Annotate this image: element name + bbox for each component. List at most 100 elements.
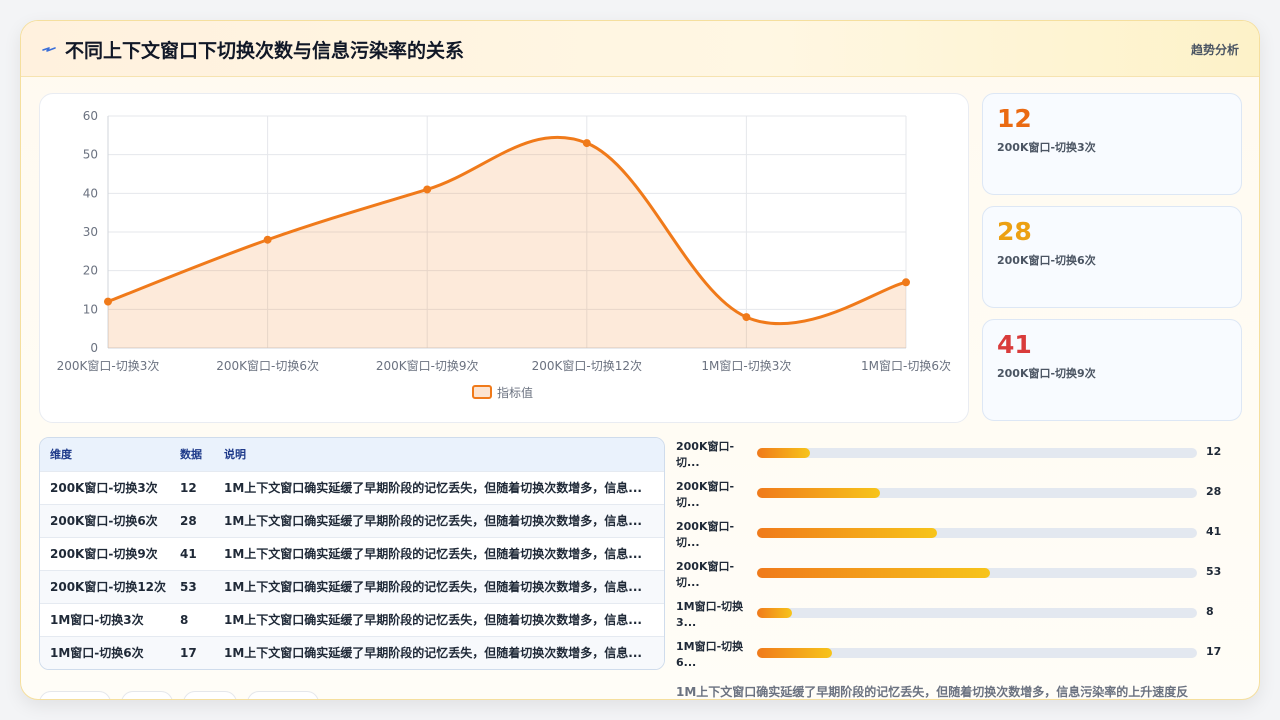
bar-fill (757, 608, 793, 618)
bar-label: 200K窗口- 切... (676, 520, 735, 549)
y-tick-label: 10 (83, 302, 98, 316)
bar-value: 41 (1206, 525, 1222, 538)
bar-value: 12 (1206, 445, 1222, 458)
progress-bar-list: 200K窗口- 切... 12 200K窗口- 切... 28 200K窗口- 切..… (676, 437, 1236, 677)
stat-card: 41 200K窗口-切换9次 (982, 319, 1242, 421)
bar-label: 1M窗口-切换 6... (676, 640, 744, 669)
bar-track (757, 488, 1197, 498)
stat-value: 41 (997, 330, 1032, 359)
cell-data: 28 (180, 513, 197, 528)
bar-value: 8 (1206, 605, 1214, 618)
x-tick-label: 200K窗口-切换12次 (532, 359, 642, 373)
summary-text: 1M上下文窗口确实延缓了早期阶段的记忆丢失，但随着切换次数增多，信息污染率的上升… (676, 685, 1189, 699)
bar-fill (757, 568, 991, 578)
legend-label: 指标值 (497, 385, 533, 400)
stat-card: 12 200K窗口-切换3次 (982, 93, 1242, 195)
y-tick-label: 0 (90, 341, 98, 355)
bar-row: 200K窗口- 切... 12 (676, 437, 1236, 477)
cell-description: 1M上下文窗口确实延缓了早期阶段的记忆丢失，但随着切换次数增多，信息... (224, 613, 642, 627)
y-tick-label: 30 (83, 225, 98, 239)
cell-data: 17 (180, 645, 197, 660)
cell-data: 53 (180, 579, 197, 594)
data-point (104, 297, 112, 306)
y-tick-label: 20 (83, 264, 98, 278)
area-chart: 0 10 20 30 40 50 60 200K窗口-切换3次 200K窗口-切换6次 200K窗… (57, 109, 951, 400)
table-row: 1M窗口-切换3次 8 1M上下文窗口确实延缓了早期阶段的记忆丢失，但随着切换次… (40, 603, 664, 636)
cell-description: 1M上下文窗口确实延缓了早期阶段的记忆丢失，但随着切换次数增多，信息... (224, 580, 642, 594)
data-point (582, 139, 591, 148)
bar-row: 200K窗口- 切... 41 (676, 517, 1236, 557)
bar-track (757, 648, 1197, 658)
tag-pill[interactable] (247, 691, 319, 699)
bar-label: 200K窗口- 切... (676, 440, 735, 469)
cell-description: 1M上下文窗口确实延缓了早期阶段的记忆丢失，但随着切换次数增多，信息... (224, 481, 642, 495)
x-tick-label: 200K窗口-切换9次 (376, 359, 479, 373)
cell-data: 41 (180, 546, 197, 561)
trend-analysis-button[interactable]: 趋势分析 (1191, 41, 1239, 58)
data-table-panel: 维度 数据 说明 200K窗口-切换3次 12 1M上下文窗口确实延缓了早期阶段… (39, 437, 665, 670)
x-tick-label: 1M窗口-切换3次 (701, 359, 791, 373)
bar-fill (757, 448, 810, 458)
y-tick-label: 60 (83, 109, 98, 123)
bar-fill (757, 528, 938, 538)
cell-dimension: 200K窗口-切换12次 (50, 580, 167, 594)
card-header: 不同上下文窗口下切换次数与信息污染率的关系 趋势分析 (21, 21, 1259, 77)
bar-value: 28 (1206, 485, 1222, 498)
data-point (742, 313, 751, 322)
stat-card: 28 200K窗口-切换6次 (982, 206, 1242, 308)
bar-label: 200K窗口- 切... (676, 560, 735, 589)
lightning-icon (42, 47, 56, 52)
bar-fill (757, 648, 832, 658)
table-row: 200K窗口-切换9次 41 1M上下文窗口确实延缓了早期阶段的记忆丢失，但随着… (40, 537, 664, 570)
bar-fill (757, 488, 881, 498)
bar-row: 200K窗口- 切... 53 (676, 557, 1236, 597)
stat-value: 12 (997, 104, 1032, 133)
column-header-data: 数据 (180, 448, 202, 462)
bar-track (757, 448, 1197, 458)
cell-data: 8 (180, 612, 189, 627)
data-table: 维度 数据 说明 200K窗口-切换3次 12 1M上下文窗口确实延缓了早期阶段… (40, 438, 664, 669)
table-row: 200K窗口-切换3次 12 1M上下文窗口确实延缓了早期阶段的记忆丢失，但随着… (40, 471, 664, 504)
bar-track (757, 608, 1197, 618)
dashboard-card: 不同上下文窗口下切换次数与信息污染率的关系 趋势分析 0 10 20 30 40 50 60… (20, 20, 1260, 700)
stat-label: 200K窗口-切换6次 (997, 254, 1096, 267)
stat-label: 200K窗口-切换3次 (997, 141, 1096, 154)
cell-description: 1M上下文窗口确实延缓了早期阶段的记忆丢失，但随着切换次数增多，信息... (224, 514, 642, 528)
data-point (902, 278, 910, 287)
cell-data: 12 (180, 480, 197, 495)
chart-panel: 0 10 20 30 40 50 60 200K窗口-切换3次 200K窗口-切换6次 200K窗… (39, 93, 969, 423)
stat-label: 200K窗口-切换9次 (997, 367, 1096, 380)
tag-pill[interactable] (121, 691, 173, 699)
page-title: 不同上下文窗口下切换次数与信息污染率的关系 (65, 40, 465, 62)
bar-track (757, 528, 1197, 538)
bar-row: 1M窗口-切换 3... 8 (676, 597, 1236, 637)
data-point (423, 185, 432, 194)
cell-dimension: 200K窗口-切换6次 (50, 514, 158, 528)
y-tick-label: 50 (83, 148, 98, 162)
cell-dimension: 1M窗口-切换6次 (50, 646, 144, 661)
stat-value: 28 (997, 217, 1032, 246)
bar-label: 1M窗口-切换 3... (676, 600, 744, 629)
column-header-description: 说明 (224, 448, 246, 462)
cell-dimension: 1M窗口-切换3次 (50, 613, 144, 627)
table-header-row: 维度 数据 说明 (40, 438, 664, 471)
data-point (263, 235, 272, 244)
table-row: 200K窗口-切换6次 28 1M上下文窗口确实延缓了早期阶段的记忆丢失，但随着… (40, 504, 664, 537)
x-tick-label: 200K窗口-切换6次 (216, 359, 319, 373)
bar-label: 200K窗口- 切... (676, 480, 735, 509)
tag-pill-row (39, 691, 339, 699)
bar-value: 53 (1206, 565, 1222, 578)
bar-value: 17 (1206, 645, 1222, 658)
cell-dimension: 200K窗口-切换9次 (50, 547, 158, 561)
tag-pill[interactable] (183, 691, 237, 699)
legend-swatch (472, 385, 492, 399)
bar-row: 1M窗口-切换 6... 17 (676, 637, 1236, 677)
x-tick-label: 200K窗口-切换3次 (57, 359, 160, 373)
cell-dimension: 200K窗口-切换3次 (50, 481, 158, 495)
y-tick-label: 40 (83, 186, 98, 200)
bar-row: 200K窗口- 切... 28 (676, 477, 1236, 517)
x-tick-label: 1M窗口-切换6次 (861, 359, 951, 373)
tag-pill[interactable] (39, 691, 111, 699)
column-header-dimension: 维度 (50, 448, 72, 462)
cell-description: 1M上下文窗口确实延缓了早期阶段的记忆丢失，但随着切换次数增多，信息... (224, 547, 642, 561)
